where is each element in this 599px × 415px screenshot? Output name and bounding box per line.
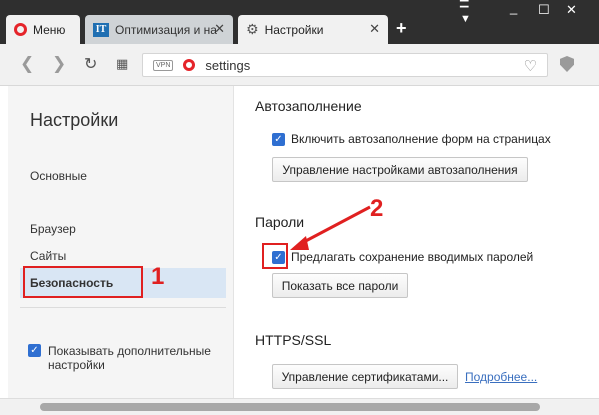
annotation-arrow — [290, 205, 371, 250]
arrow-head — [290, 236, 309, 250]
horizontal-scrollbar[interactable] — [0, 398, 599, 415]
more-info-link[interactable]: Подробнее... — [465, 370, 537, 384]
manage-certificates-button[interactable]: Управление сертификатами... — [272, 364, 458, 389]
scrollbar-thumb[interactable] — [40, 403, 540, 411]
arrow-line — [299, 205, 371, 246]
section-title-https: HTTPS/SSL — [255, 332, 332, 348]
